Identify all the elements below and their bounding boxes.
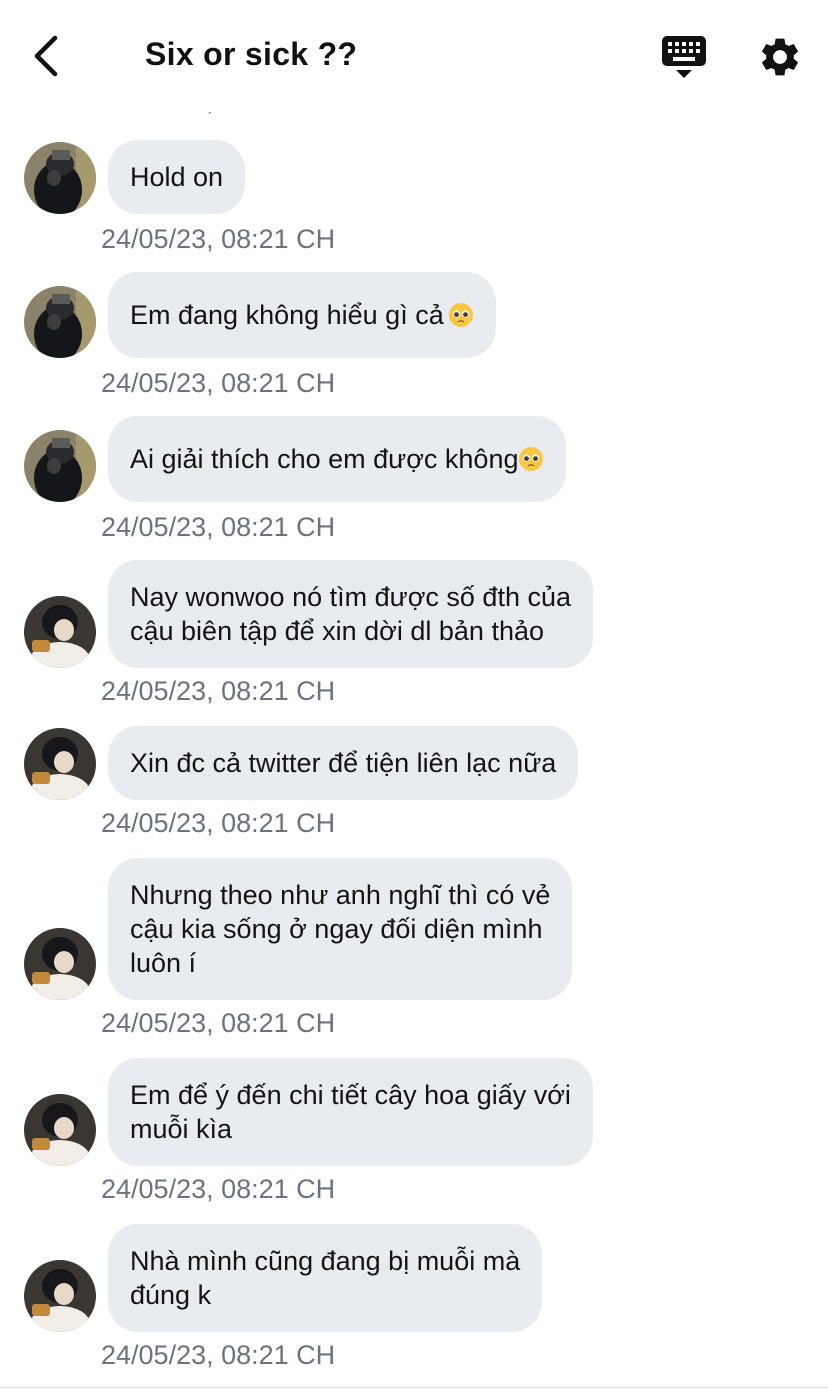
keyboard-icon [662,36,706,78]
message-text: Ai giải thích cho em được không [130,444,519,474]
avatar[interactable] [24,928,96,1000]
keyboard-button[interactable] [660,34,708,80]
pleading-face-emoji-icon [448,303,473,327]
message-timestamp: 24/05/23, 08:21 CH [101,676,336,706]
message-bubble[interactable]: Ai giải thích cho em được không [108,416,567,502]
avatar[interactable] [24,596,96,668]
divider [0,1387,828,1388]
message-bubble[interactable]: Hold on [108,140,246,214]
gear-icon [762,38,798,76]
settings-button[interactable] [757,34,803,80]
message-bubble[interactable]: Nhà mình cũng đang bị muỗi mà đúng k [108,1224,543,1332]
message-timestamp: 24/05/23, 08:21 CH [101,1008,336,1038]
back-button[interactable] [22,32,70,80]
avatar[interactable] [24,430,96,502]
message-bubble[interactable]: Em để ý đến chi tiết cây hoa giấy với mu… [108,1058,593,1166]
message-text: Nay wonwoo nó tìm được số đth của cậu bi… [130,582,571,646]
chat-header: Six or sick ?? [0,0,828,112]
avatar[interactable] [24,286,96,358]
message-timestamp: 24/05/23, 08:21 CH [101,512,336,542]
message-bubble[interactable]: Xin đc cả twitter để tiện liên lạc nữa [108,726,579,800]
message-bubble[interactable]: Em đang không hiểu gì cả [108,272,496,358]
message-bubble[interactable]: Nhưng theo như anh nghĩ thì có vẻ cậu ki… [108,858,573,1000]
avatar[interactable] [24,142,96,214]
avatar[interactable] [24,728,96,800]
message-text: Em để ý đến chi tiết cây hoa giấy với mu… [130,1080,571,1144]
message-bubble[interactable]: Nay wonwoo nó tìm được số đth của cậu bi… [108,560,593,668]
avatar[interactable] [24,1094,96,1166]
avatar[interactable] [24,1260,96,1332]
message-timestamp: 24/05/23, 08:21 CH [101,1174,336,1204]
message-timestamp: 24/05/23, 08:21 CH [101,224,336,254]
pleading-face-emoji-icon [519,447,544,471]
chevron-left-icon [34,35,58,77]
message-timestamp: 24/05/23, 08:21 CH [101,368,336,398]
message-text: Em đang không hiểu gì cả [130,300,444,330]
message-timestamp: 24/05/23, 08:21 CH [101,808,336,838]
message-text: Nhưng theo như anh nghĩ thì có vẻ cậu ki… [130,880,551,978]
message-timestamp: 24/05/23, 08:21 CH [101,1340,336,1370]
message-text: Nhà mình cũng đang bị muỗi mà đúng k [130,1246,521,1310]
message-text: Hold on [130,162,224,192]
chat-title: Six or sick ?? [145,36,358,72]
message-text: Xin đc cả twitter để tiện liên lạc nữa [130,748,557,778]
